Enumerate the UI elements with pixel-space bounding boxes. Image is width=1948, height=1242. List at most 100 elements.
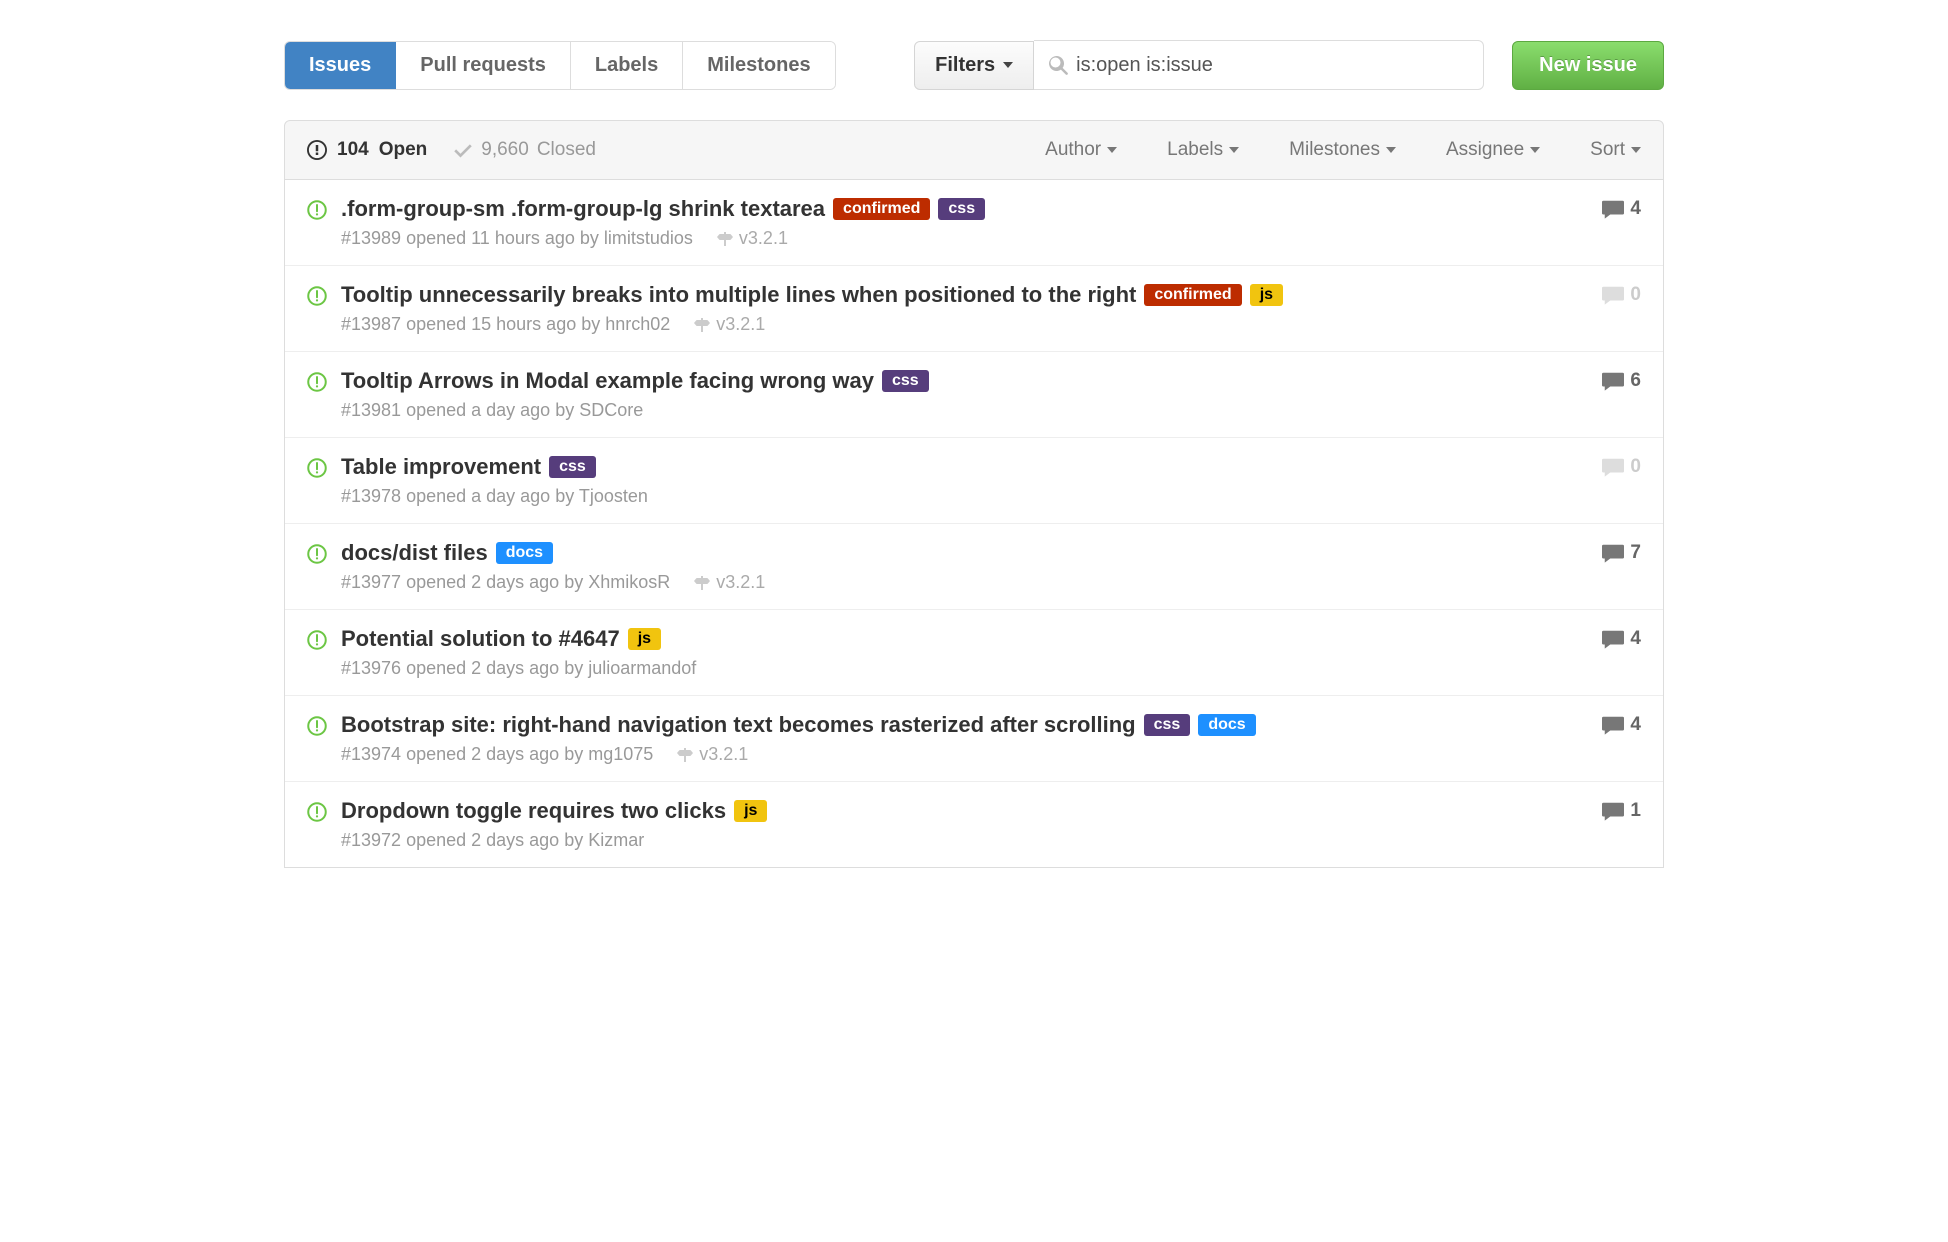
toolbar-filters: Author Labels Milestones Assignee Sort (1045, 139, 1641, 161)
issue-meta-text: #13974 opened 2 days ago by mg1075 (341, 744, 653, 765)
milestone-link[interactable]: v3.2.1 (717, 228, 788, 249)
issue-body: Tooltip Arrows in Modal example facing w… (341, 368, 1582, 421)
issue-meta: #13987 opened 15 hours ago by hnrch02 v3.… (341, 314, 1582, 335)
milestone-link[interactable]: v3.2.1 (677, 744, 748, 765)
comments-link[interactable]: 7 (1602, 540, 1641, 564)
issue-body: Tooltip unnecessarily breaks into multip… (341, 282, 1582, 335)
issue-meta: #13978 opened a day ago by Tjoosten (341, 486, 1582, 507)
open-state-filter[interactable]: 104 Open (307, 139, 427, 161)
filter-labels[interactable]: Labels (1167, 139, 1239, 161)
issue-list: .form-group-sm .form-group-lg shrink tex… (284, 180, 1664, 868)
issue-label[interactable]: js (628, 628, 661, 650)
comment-count: 7 (1630, 542, 1641, 564)
issue-row[interactable]: Bootstrap site: right-hand navigation te… (285, 696, 1663, 782)
filter-assignee[interactable]: Assignee (1446, 139, 1540, 161)
issue-open-icon (307, 200, 327, 226)
issue-title-link[interactable]: .form-group-sm .form-group-lg shrink tex… (341, 196, 825, 222)
closed-state-filter[interactable]: 9,660 Closed (453, 139, 596, 161)
issue-row[interactable]: docs/dist files docs #13977 opened 2 days … (285, 524, 1663, 610)
comments-link[interactable]: 1 (1602, 798, 1641, 822)
issue-open-icon (307, 140, 327, 160)
comments-link[interactable]: 0 (1602, 454, 1641, 478)
issue-label[interactable]: css (882, 370, 929, 392)
caret-down-icon (1386, 147, 1396, 153)
issue-row[interactable]: Tooltip unnecessarily breaks into multip… (285, 266, 1663, 352)
comments-link[interactable]: 6 (1602, 368, 1641, 392)
open-label: Open (379, 139, 428, 161)
filter-sort[interactable]: Sort (1590, 139, 1641, 161)
issue-row[interactable]: .form-group-sm .form-group-lg shrink tex… (285, 180, 1663, 266)
tab-issues[interactable]: Issues (285, 42, 396, 89)
header-row: Issues Pull requests Labels Milestones F… (284, 40, 1664, 90)
issue-label[interactable]: js (734, 800, 767, 822)
comment-count: 0 (1630, 284, 1641, 306)
closed-count: 9,660 (481, 139, 529, 161)
comments-link[interactable]: 4 (1602, 712, 1641, 736)
milestone-link[interactable]: v3.2.1 (694, 314, 765, 335)
issue-row[interactable]: Potential solution to #4647 js #13976 open… (285, 610, 1663, 696)
comments-link[interactable]: 4 (1602, 626, 1641, 650)
issue-label[interactable]: js (1250, 284, 1283, 306)
tab-milestones[interactable]: Milestones (683, 42, 834, 89)
issue-body: docs/dist files docs #13977 opened 2 days … (341, 540, 1582, 593)
issue-label[interactable]: css (1144, 714, 1191, 736)
issue-title-link[interactable]: Potential solution to #4647 (341, 626, 620, 652)
open-count: 104 (337, 139, 369, 161)
issue-label[interactable]: docs (1198, 714, 1255, 736)
issue-meta: #13976 opened 2 days ago by julioarmando… (341, 658, 1582, 679)
issue-label[interactable]: docs (496, 542, 553, 564)
issue-meta-text: #13987 opened 15 hours ago by hnrch02 (341, 314, 670, 335)
filters-button[interactable]: Filters (914, 41, 1034, 90)
search-icon (1048, 55, 1068, 75)
tab-pull-requests[interactable]: Pull requests (396, 42, 571, 89)
issue-label[interactable]: confirmed (833, 198, 930, 220)
comment-count: 0 (1630, 456, 1641, 478)
closed-label: Closed (537, 139, 596, 161)
search-input[interactable] (1068, 44, 1469, 87)
issue-open-icon (307, 286, 327, 312)
issue-meta: #13972 opened 2 days ago by Kizmar (341, 830, 1582, 851)
issue-title-link[interactable]: Dropdown toggle requires two clicks (341, 798, 726, 824)
comment-count: 4 (1630, 198, 1641, 220)
search-box[interactable] (1034, 40, 1484, 90)
issue-body: .form-group-sm .form-group-lg shrink tex… (341, 196, 1582, 249)
issue-open-icon (307, 716, 327, 742)
issue-title-link[interactable]: docs/dist files (341, 540, 488, 566)
issue-body: Dropdown toggle requires two clicks js #13… (341, 798, 1582, 851)
comments-link[interactable]: 0 (1602, 282, 1641, 306)
issue-row[interactable]: Dropdown toggle requires two clicks js #13… (285, 782, 1663, 867)
milestone-link[interactable]: v3.2.1 (694, 572, 765, 593)
issue-label[interactable]: css (938, 198, 985, 220)
issue-label[interactable]: confirmed (1144, 284, 1241, 306)
page-container: Issues Pull requests Labels Milestones F… (284, 40, 1664, 868)
list-toolbar: 104 Open 9,660 Closed Author Labels Mile… (284, 120, 1664, 180)
caret-down-icon (1107, 147, 1117, 153)
issue-body: Table improvement css #13978 opened a day … (341, 454, 1582, 507)
issue-open-icon (307, 544, 327, 570)
issue-title-link[interactable]: Tooltip Arrows in Modal example facing w… (341, 368, 874, 394)
comment-count: 1 (1630, 800, 1641, 822)
filter-milestones[interactable]: Milestones (1289, 139, 1396, 161)
issue-row[interactable]: Tooltip Arrows in Modal example facing w… (285, 352, 1663, 438)
filters-label: Filters (935, 54, 995, 77)
caret-down-icon (1229, 147, 1239, 153)
new-issue-button[interactable]: New issue (1512, 41, 1664, 90)
issue-title-link[interactable]: Bootstrap site: right-hand navigation te… (341, 712, 1136, 738)
issue-meta: #13989 opened 11 hours ago by limitstudi… (341, 228, 1582, 249)
issue-body: Potential solution to #4647 js #13976 open… (341, 626, 1582, 679)
issue-title-link[interactable]: Table improvement (341, 454, 541, 480)
issue-row[interactable]: Table improvement css #13978 opened a day … (285, 438, 1663, 524)
issue-meta-text: #13989 opened 11 hours ago by limitstudi… (341, 228, 693, 249)
tab-labels[interactable]: Labels (571, 42, 683, 89)
caret-down-icon (1530, 147, 1540, 153)
issue-meta-text: #13972 opened 2 days ago by Kizmar (341, 830, 644, 851)
issue-meta-text: #13977 opened 2 days ago by XhmikosR (341, 572, 670, 593)
comments-link[interactable]: 4 (1602, 196, 1641, 220)
issue-meta: #13974 opened 2 days ago by mg1075 v3.2.1 (341, 744, 1582, 765)
check-icon (453, 140, 473, 160)
filter-author[interactable]: Author (1045, 139, 1117, 161)
issue-label[interactable]: css (549, 456, 596, 478)
comment-count: 4 (1630, 714, 1641, 736)
issue-title-link[interactable]: Tooltip unnecessarily breaks into multip… (341, 282, 1136, 308)
issue-meta-text: #13978 opened a day ago by Tjoosten (341, 486, 648, 507)
